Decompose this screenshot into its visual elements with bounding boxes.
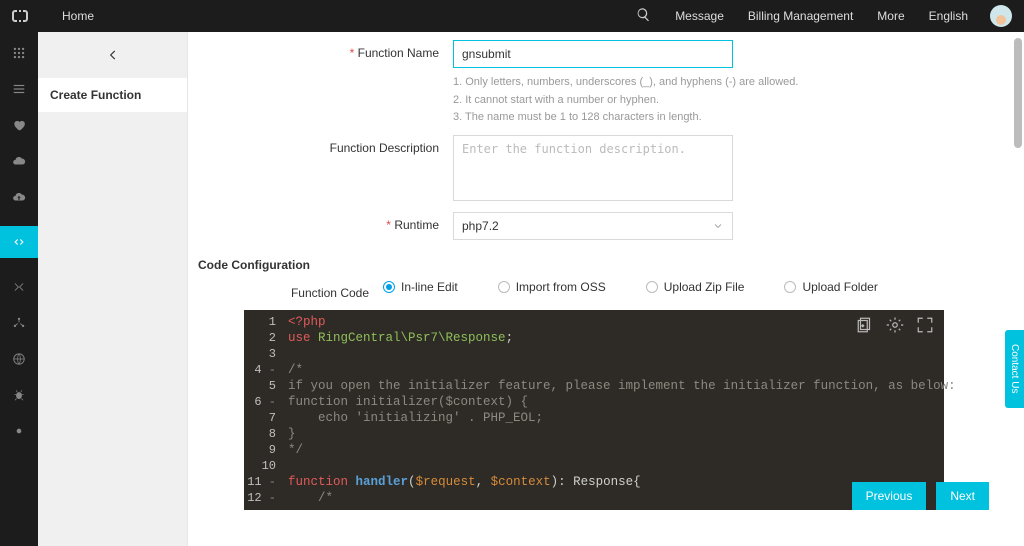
back-button[interactable]	[38, 32, 187, 78]
runtime-label: Runtime	[188, 212, 453, 232]
code-icon[interactable]	[0, 226, 38, 258]
list-icon[interactable]	[12, 82, 26, 96]
function-code-label: Function Code	[188, 280, 383, 300]
nav-billing[interactable]: Billing Management	[748, 9, 853, 23]
function-desc-label: Function Description	[188, 135, 453, 155]
globe-icon[interactable]	[12, 352, 26, 366]
runtime-select[interactable]: php7.2	[453, 212, 733, 240]
shuffle-icon[interactable]	[12, 280, 26, 294]
dot-icon[interactable]	[12, 424, 26, 438]
secondary-sidebar: Create Function	[38, 32, 188, 546]
code-config-heading: Code Configuration	[198, 258, 1012, 272]
grid-icon[interactable]	[12, 46, 26, 60]
nav-more[interactable]: More	[877, 9, 904, 23]
radio-upload-zip[interactable]: Upload Zip File	[646, 280, 745, 294]
radio-upload-folder[interactable]: Upload Folder	[784, 280, 877, 294]
code-editor[interactable]: 1234 -5 6 -78910 11 -12 - <?php use Ring…	[244, 310, 944, 510]
avatar[interactable]	[990, 5, 1012, 27]
cloud-icon[interactable]	[12, 154, 26, 168]
main-panel: Function Name 1. Only letters, numbers, …	[188, 32, 1024, 546]
search-icon[interactable]	[636, 7, 651, 25]
scrollbar[interactable]	[1012, 32, 1024, 232]
nav-message[interactable]: Message	[675, 9, 724, 23]
function-name-help: 1. Only letters, numbers, underscores (_…	[453, 74, 798, 127]
bug-icon[interactable]	[12, 388, 26, 402]
cloud-up-icon[interactable]	[12, 190, 26, 204]
radio-import-oss[interactable]: Import from OSS	[498, 280, 606, 294]
runtime-value: php7.2	[462, 219, 499, 233]
nodes-icon[interactable]	[12, 316, 26, 330]
left-rail	[0, 32, 38, 546]
sidebar-title: Create Function	[38, 78, 187, 112]
heart-icon[interactable]	[12, 118, 26, 132]
function-desc-input[interactable]	[453, 135, 733, 201]
chevron-down-icon	[712, 220, 724, 232]
wizard-footer-buttons: Previous Next	[852, 482, 989, 510]
function-name-label: Function Name	[188, 40, 453, 60]
editor-code: <?php use RingCentral\Psr7\Response; /* …	[282, 310, 944, 510]
radio-inline-edit[interactable]: In-line Edit	[383, 280, 458, 294]
function-name-input[interactable]	[453, 40, 733, 68]
next-button[interactable]: Next	[936, 482, 989, 510]
nav-language[interactable]: English	[929, 9, 968, 23]
previous-button[interactable]: Previous	[852, 482, 927, 510]
top-navbar: Home Message Billing Management More Eng…	[0, 0, 1024, 32]
brand-logo-icon	[12, 10, 28, 22]
contact-us-tab[interactable]: Contact Us	[1005, 330, 1024, 408]
nav-home[interactable]: Home	[62, 9, 94, 23]
editor-gutter: 1234 -5 6 -78910 11 -12 -	[244, 310, 282, 510]
